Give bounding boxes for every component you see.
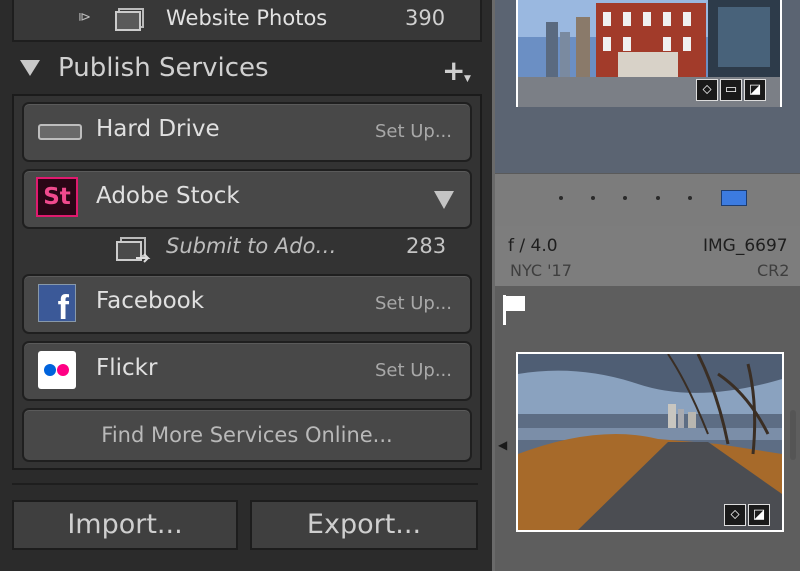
collection-name[interactable]: Website Photos	[166, 6, 327, 30]
add-service-plus: +	[442, 54, 466, 87]
published-collection-name[interactable]: Submit to Ado…	[166, 234, 336, 258]
collection-count: 390	[405, 6, 446, 30]
file-type: CR2	[757, 261, 790, 280]
setup-link[interactable]: Set Up...	[375, 360, 452, 381]
collection-expand-icon[interactable]: ⧐	[78, 10, 91, 25]
expand-triangle-icon[interactable]	[434, 191, 454, 209]
service-flickr[interactable]: Flickr Set Up...	[22, 341, 472, 401]
flag-icon[interactable]	[502, 295, 526, 325]
service-facebook[interactable]: f Facebook Set Up...	[22, 274, 472, 334]
grid-scrollbar[interactable]	[790, 410, 796, 460]
publish-services-collapse-icon[interactable]	[20, 60, 40, 76]
left-panel-toggle-icon[interactable]: ◀	[498, 438, 507, 452]
rating-dot[interactable]	[591, 196, 595, 200]
facebook-icon: f	[38, 284, 76, 322]
aperture-value: f / 4.0	[508, 236, 558, 256]
rating-dot[interactable]	[623, 196, 627, 200]
panel-divider	[12, 483, 478, 485]
add-service-dropdown-icon: ▼	[464, 74, 471, 84]
find-more-label: Find More Services Online...	[101, 423, 393, 447]
service-label: Facebook	[96, 288, 205, 314]
export-button[interactable]: Export...	[250, 500, 478, 550]
file-name: IMG_6697	[703, 236, 788, 256]
hard-drive-icon	[38, 124, 82, 140]
crop-badge-icon[interactable]: ▭	[720, 79, 742, 101]
published-collection-icon	[114, 236, 152, 266]
service-label: Hard Drive	[96, 116, 220, 142]
service-hard-drive[interactable]: Hard Drive Set Up...	[22, 102, 472, 162]
keyword-badge-icon[interactable]: ⬦	[696, 79, 718, 101]
adobe-stock-icon: St	[36, 177, 78, 217]
service-adobe-stock[interactable]: St Adobe Stock	[22, 169, 472, 229]
rating-dot[interactable]	[656, 196, 660, 200]
grid-view-icon[interactable]	[721, 190, 747, 206]
add-service-icon[interactable]: + ▼	[442, 54, 471, 87]
setup-link[interactable]: Set Up...	[375, 293, 452, 314]
import-button[interactable]: Import...	[12, 500, 238, 550]
publish-services-title[interactable]: Publish Services	[58, 53, 269, 83]
develop-badge-icon[interactable]: ◪	[744, 79, 766, 101]
keyword-badge-icon[interactable]: ⬦	[724, 504, 746, 526]
setup-link[interactable]: Set Up...	[375, 121, 452, 142]
find-more-services-button[interactable]: Find More Services Online...	[22, 408, 472, 462]
published-collection-count: 283	[406, 234, 447, 258]
cell-footer-strip	[495, 173, 800, 226]
service-label: Flickr	[96, 355, 158, 381]
develop-badge-icon[interactable]: ◪	[748, 504, 770, 526]
photo-thumbnail[interactable]: ⬦ ◪	[516, 352, 784, 532]
flickr-blue-dot	[44, 364, 56, 376]
flickr-icon	[38, 351, 76, 389]
rating-dot[interactable]	[559, 196, 563, 200]
rating-dot[interactable]	[688, 196, 692, 200]
flickr-pink-dot	[57, 364, 69, 376]
folder-name: NYC '17	[510, 261, 572, 280]
service-label: Adobe Stock	[96, 183, 240, 209]
photo-thumbnail[interactable]: ⬦ ▭ ◪	[516, 0, 782, 107]
collection-stack-icon	[115, 8, 144, 31]
